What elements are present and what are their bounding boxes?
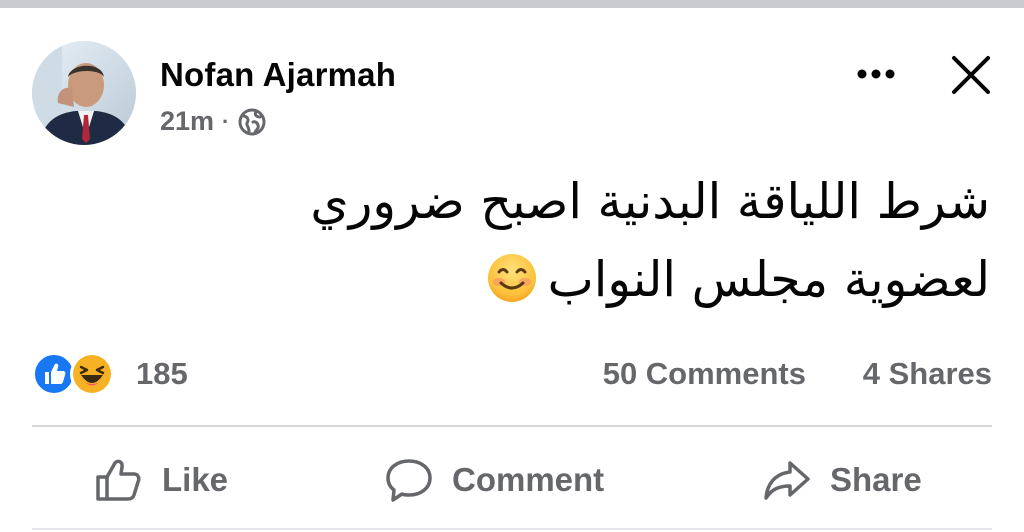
post-text-line-2: لعضوية مجلس النواب — [170, 241, 990, 319]
meta-separator: · — [222, 108, 230, 134]
smiling-face-emoji-icon — [487, 254, 536, 302]
thumbs-up-icon — [96, 459, 141, 501]
post-header: Nofan Ajarmah 21m · — [0, 8, 1024, 158]
comment-label: Comment — [452, 461, 605, 498]
author-name[interactable]: Nofan Ajarmah — [160, 56, 396, 94]
avatar-image — [32, 41, 136, 145]
comment-button[interactable]: Comment — [384, 448, 604, 512]
share-icon — [764, 461, 810, 500]
reactions-row: 185 50 Comments 4 Shares — [32, 350, 992, 396]
post-text-line-2-text: لعضوية مجلس النواب — [547, 251, 990, 308]
post-text-line-1: شرط اللياقة البدنية اصبح ضروري — [310, 173, 990, 230]
comment-icon — [386, 459, 432, 502]
more-options-button[interactable] — [850, 54, 902, 94]
close-button[interactable] — [946, 50, 996, 100]
comments-count[interactable]: 50 Comments — [603, 356, 806, 392]
reaction-count[interactable]: 185 — [136, 356, 188, 392]
bottom-divider — [32, 528, 992, 530]
divider — [32, 425, 992, 427]
like-label: Like — [162, 461, 229, 498]
shares-count[interactable]: 4 Shares — [863, 356, 992, 392]
share-button[interactable]: Share — [762, 448, 922, 512]
close-icon — [952, 56, 990, 94]
haha-reaction-icon — [70, 352, 114, 396]
post-time[interactable]: 21m — [160, 106, 214, 137]
post-meta: 21m · — [160, 106, 267, 137]
top-strip — [0, 0, 1024, 8]
post-actions: Like Comment Share — [0, 440, 1024, 520]
post-text: شرط اللياقة البدنية اصبح ضروري لعضوية مج… — [170, 163, 990, 319]
more-horizontal-icon — [857, 69, 895, 79]
reaction-icons[interactable] — [32, 352, 118, 396]
share-label: Share — [830, 461, 922, 498]
like-button[interactable]: Like — [94, 448, 228, 512]
globe-icon — [238, 108, 266, 135]
avatar[interactable] — [32, 41, 136, 145]
